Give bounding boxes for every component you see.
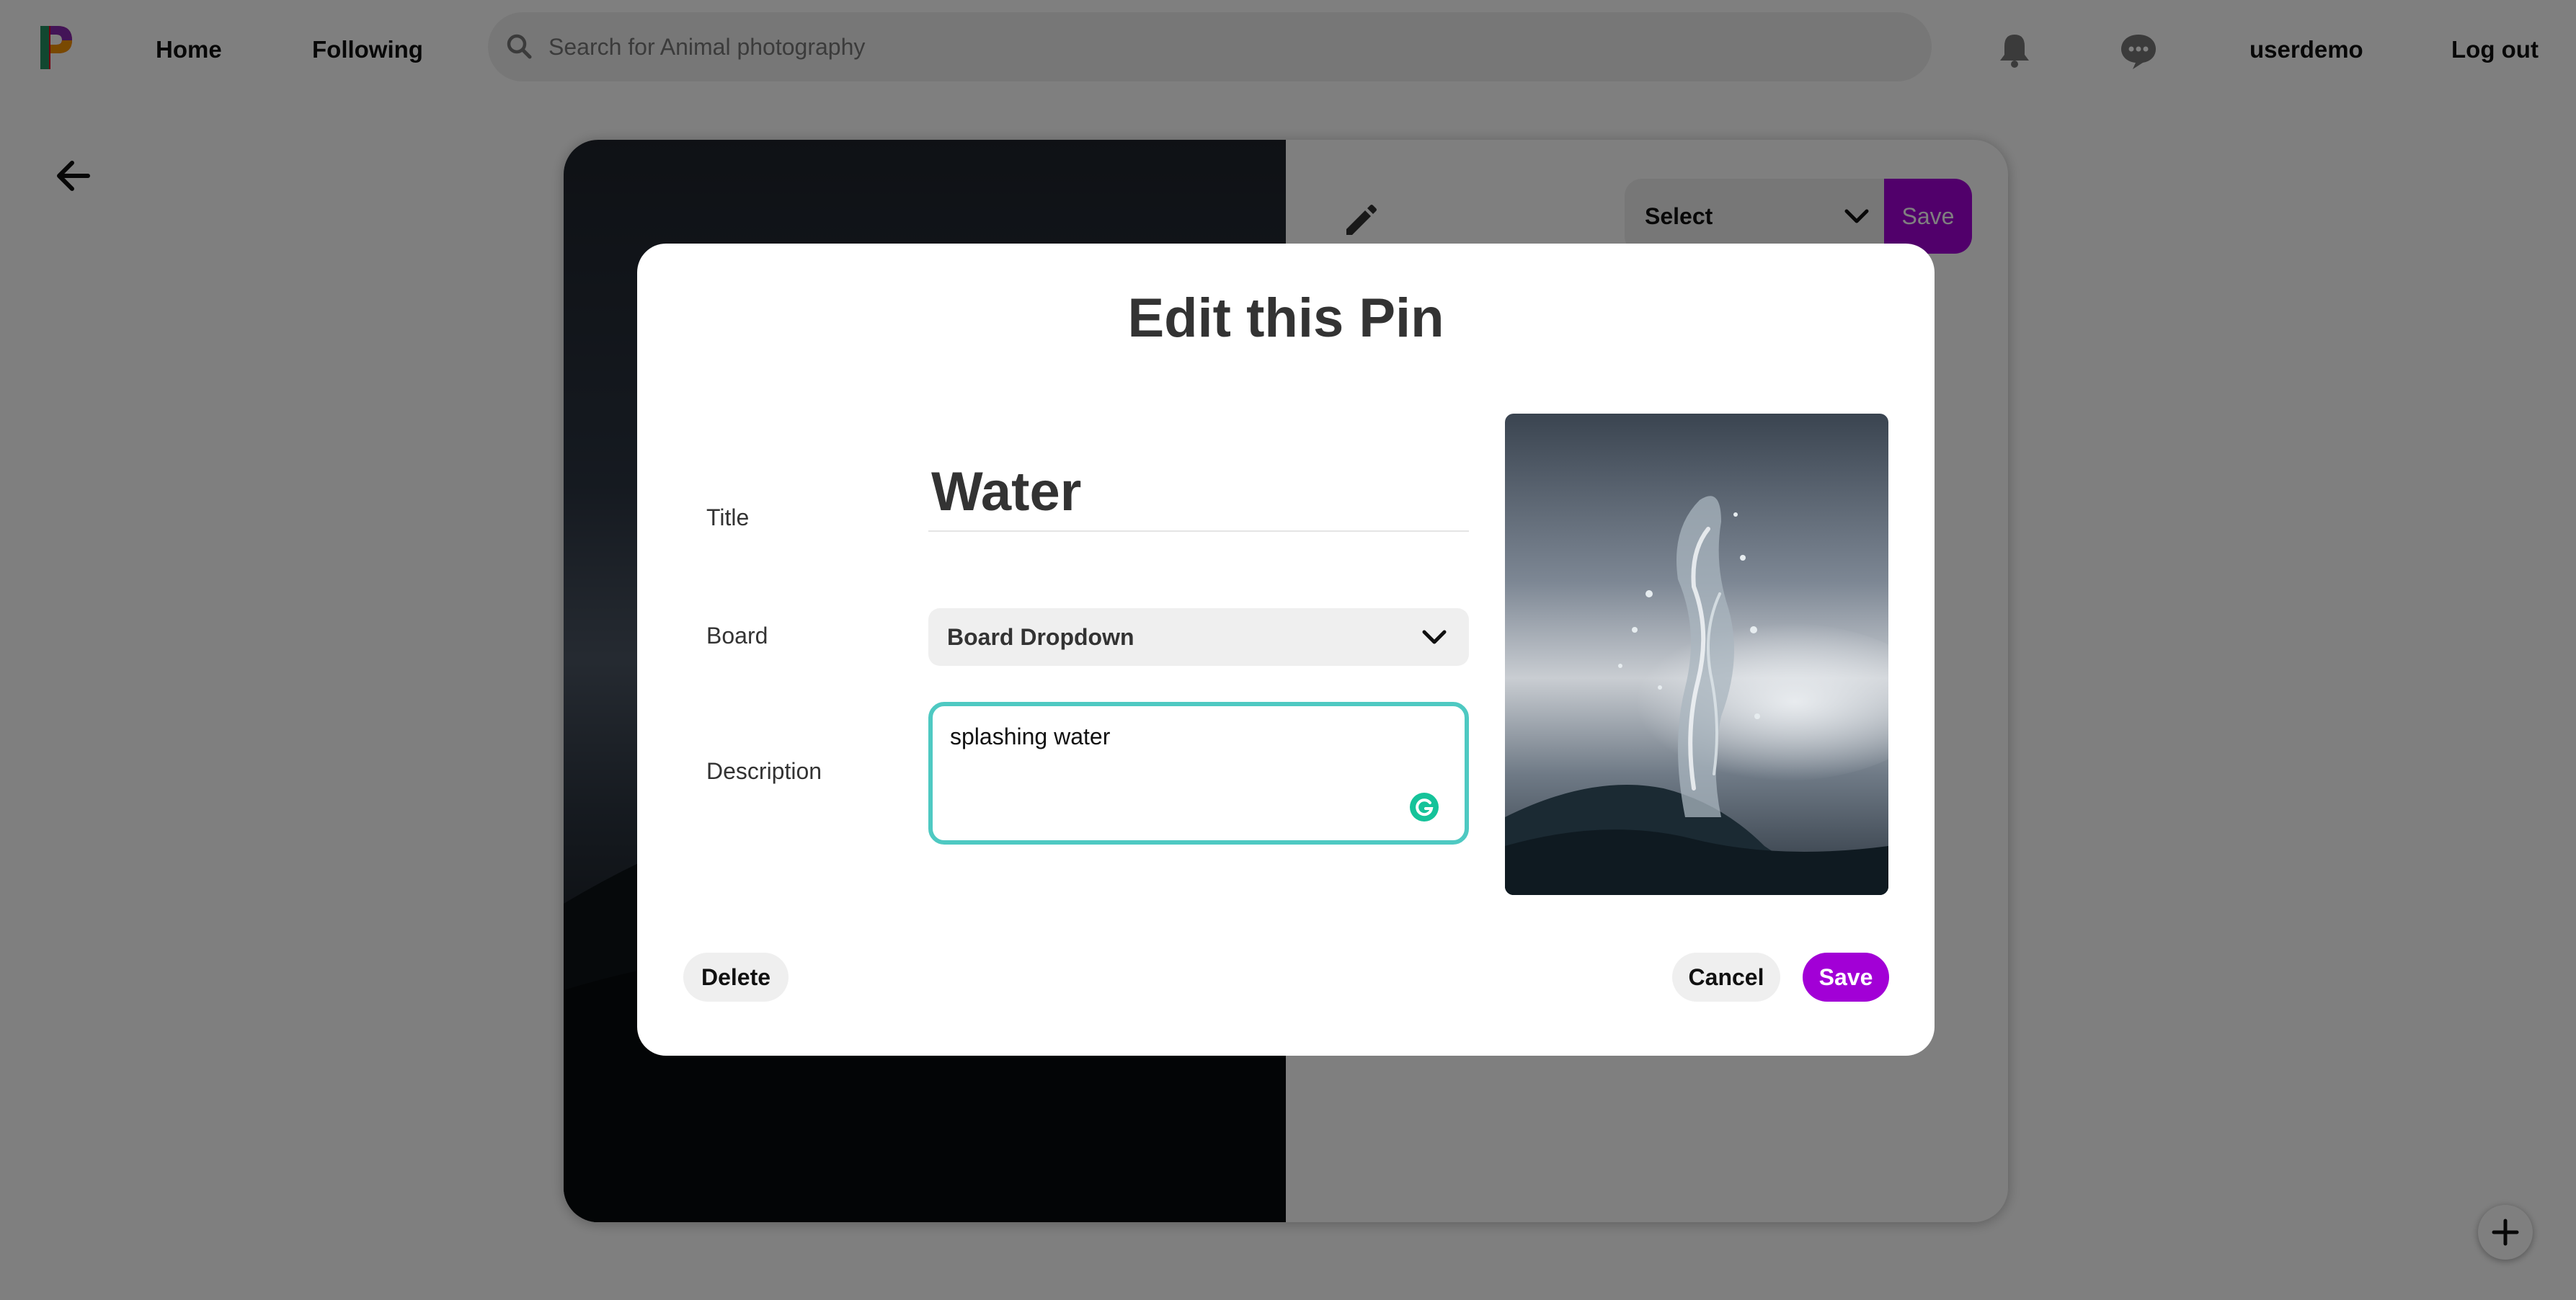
save-button[interactable]: Save [1803, 953, 1889, 1002]
pin-preview-image [1505, 414, 1888, 895]
title-input[interactable] [928, 453, 1469, 532]
title-label: Title [706, 504, 750, 530]
board-label: Board [706, 623, 768, 649]
delete-button[interactable]: Delete [683, 953, 789, 1002]
description-input[interactable]: splashing water [950, 724, 1447, 817]
description-field[interactable]: splashing water [928, 702, 1469, 845]
grammarly-icon[interactable] [1408, 791, 1440, 823]
modal-title: Edit this Pin [1127, 288, 1444, 349]
water-splash-image [1505, 414, 1888, 895]
chevron-down-icon [1422, 630, 1447, 644]
board-dropdown-value: Board Dropdown [947, 624, 1134, 650]
cancel-button[interactable]: Cancel [1672, 953, 1780, 1002]
description-label: Description [706, 758, 822, 784]
edit-pin-modal: Edit this Pin Title Board Board Dropdown… [637, 244, 1935, 1056]
board-dropdown[interactable]: Board Dropdown [928, 608, 1469, 666]
